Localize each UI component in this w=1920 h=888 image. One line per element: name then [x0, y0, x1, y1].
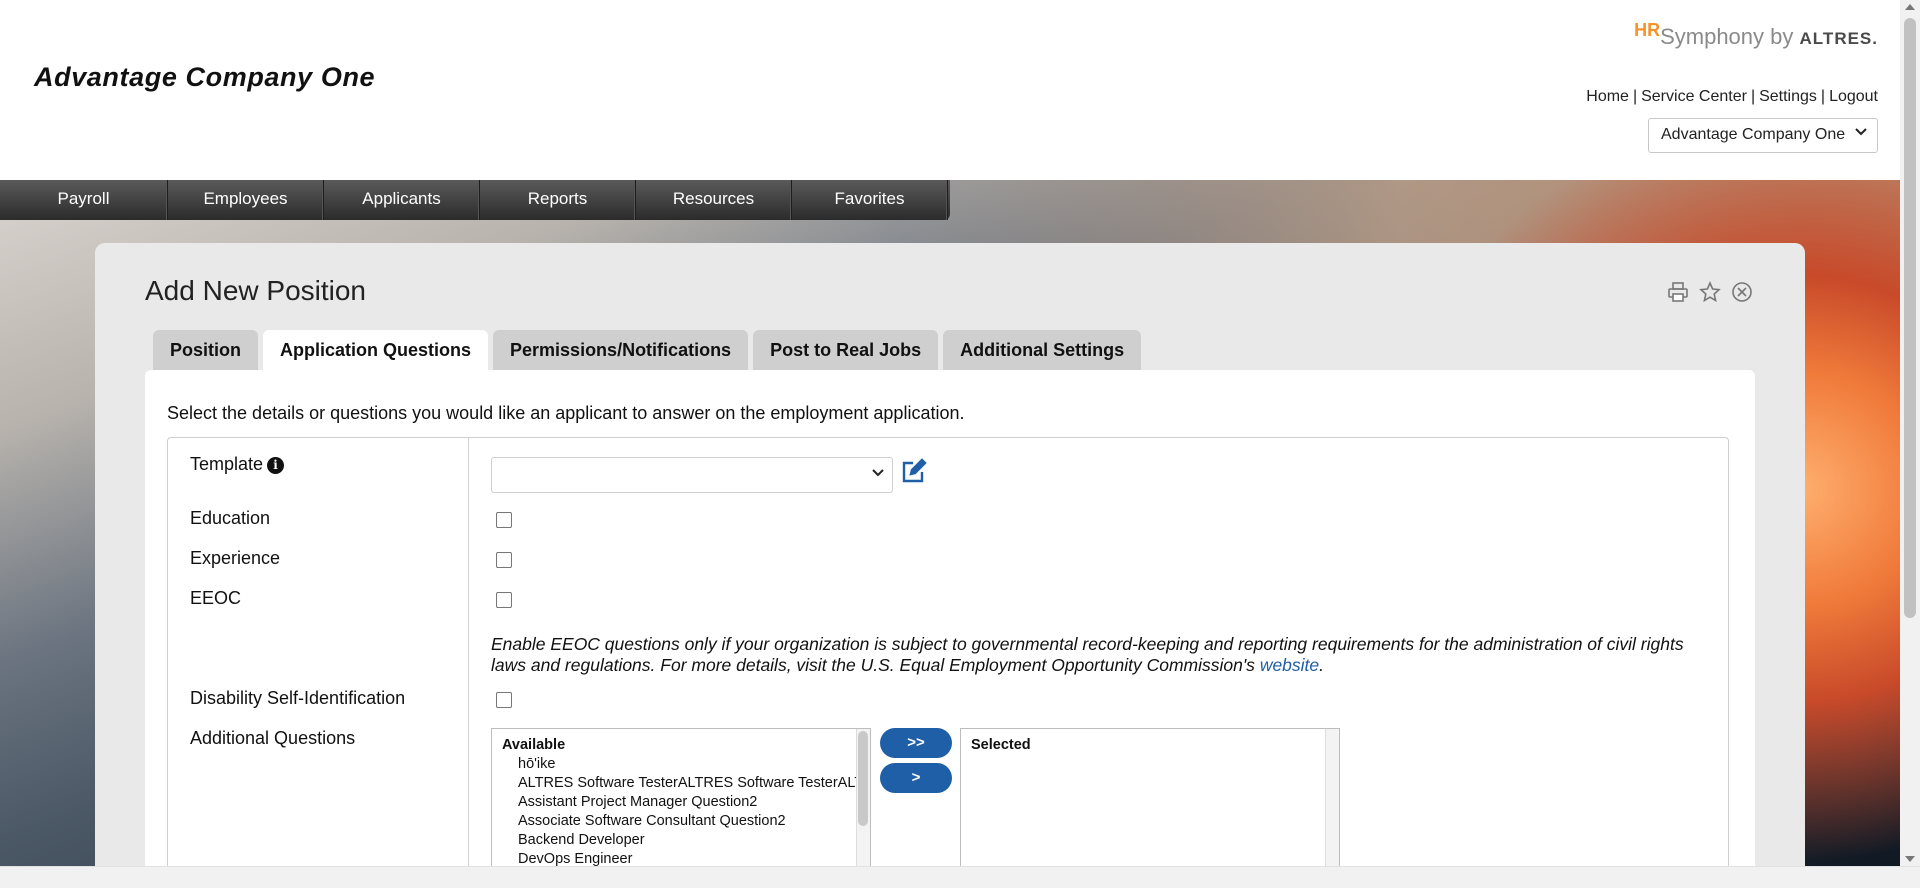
edit-icon[interactable]: [900, 457, 930, 487]
tab-application-questions[interactable]: Application Questions: [263, 330, 489, 370]
print-icon[interactable]: [1667, 281, 1689, 303]
add-one-button[interactable]: >: [880, 763, 952, 793]
company-title: Advantage Company One: [34, 62, 376, 92]
tab-bar: Position Application Questions Permissio…: [153, 330, 1142, 370]
page-scrollbar[interactable]: [1900, 0, 1920, 866]
list-item[interactable]: Associate Software Consultant Question2: [492, 812, 870, 831]
nav-applicants[interactable]: Applicants: [324, 180, 480, 220]
header: Advantage Company One HRSymphony by ALTR…: [0, 0, 1900, 180]
list-scrollbar[interactable]: [1325, 729, 1339, 888]
tab-permissions-notifications[interactable]: Permissions/Notifications: [493, 330, 749, 370]
scroll-up-icon[interactable]: [1905, 4, 1915, 10]
close-icon[interactable]: [1731, 281, 1753, 303]
questions-form: Template i Education Experience EEOC Enab…: [167, 437, 1729, 888]
additional-questions-label: Additional Questions: [190, 728, 356, 748]
nav-employees[interactable]: Employees: [168, 180, 324, 220]
disability-checkbox[interactable]: [496, 692, 512, 708]
education-label: Education: [190, 508, 271, 528]
available-list[interactable]: Available hō'ike ALTRES Software TesterA…: [491, 728, 871, 888]
tab-panel: Select the details or questions you woul…: [145, 370, 1755, 888]
settings-link[interactable]: Settings: [1759, 88, 1817, 105]
available-header: Available: [502, 737, 566, 753]
tab-additional-settings[interactable]: Additional Settings: [943, 330, 1142, 370]
list-item[interactable]: ALTRES Software TesterALTRES Software Te…: [492, 774, 870, 793]
list-item[interactable]: hō'ike: [492, 755, 870, 774]
experience-checkbox[interactable]: [496, 552, 512, 568]
logout-link[interactable]: Logout: [1829, 88, 1878, 105]
selected-list[interactable]: Selected: [960, 728, 1340, 888]
nav-reports[interactable]: Reports: [480, 180, 636, 220]
top-links: Home | Service Center | Settings | Logout: [1586, 88, 1878, 105]
template-label: Template i: [190, 454, 285, 475]
scroll-down-icon[interactable]: [1905, 856, 1915, 862]
chevron-down-icon: [1855, 125, 1867, 143]
eeoc-note: Enable EEOC questions only if your organ…: [491, 634, 1684, 675]
content-card: Add New Position Position Application Qu…: [95, 243, 1805, 888]
nav-resources[interactable]: Resources: [636, 180, 792, 220]
nav-payroll[interactable]: Payroll: [0, 180, 168, 220]
chevron-down-icon: [872, 466, 884, 483]
eeoc-website-link[interactable]: website: [1260, 655, 1319, 675]
scroll-thumb[interactable]: [1904, 18, 1916, 618]
education-checkbox[interactable]: [496, 512, 512, 528]
main-nav: Payroll Employees Applicants Reports Res…: [0, 180, 950, 220]
list-item[interactable]: Assistant Project Manager Question2: [492, 793, 870, 812]
info-icon[interactable]: i: [267, 457, 285, 474]
tab-position[interactable]: Position: [153, 330, 258, 370]
add-all-button[interactable]: >>: [880, 728, 952, 758]
company-select[interactable]: Advantage Company One: [1648, 118, 1878, 153]
nav-favorites[interactable]: Favorites: [792, 180, 948, 220]
selected-header: Selected: [971, 737, 1031, 753]
list-item[interactable]: Backend Developer: [492, 831, 870, 850]
intro-text: Select the details or questions you woul…: [167, 403, 965, 423]
template-select[interactable]: [491, 457, 893, 493]
list-scrollbar[interactable]: [856, 729, 870, 888]
eeoc-label: EEOC: [190, 588, 242, 608]
home-link[interactable]: Home: [1586, 88, 1629, 105]
brand-logo: HRSymphony by ALTRES.: [1634, 20, 1878, 49]
tab-post-to-real-jobs[interactable]: Post to Real Jobs: [753, 330, 939, 370]
disability-label: Disability Self-Identification: [190, 688, 406, 708]
page-title: Add New Position: [145, 275, 367, 306]
eeoc-checkbox[interactable]: [496, 592, 512, 608]
service-center-link[interactable]: Service Center: [1641, 88, 1747, 105]
card-actions: [1667, 280, 1753, 303]
star-icon[interactable]: [1699, 280, 1721, 303]
horizontal-scrollbar[interactable]: [0, 866, 1920, 888]
experience-label: Experience: [190, 548, 281, 568]
